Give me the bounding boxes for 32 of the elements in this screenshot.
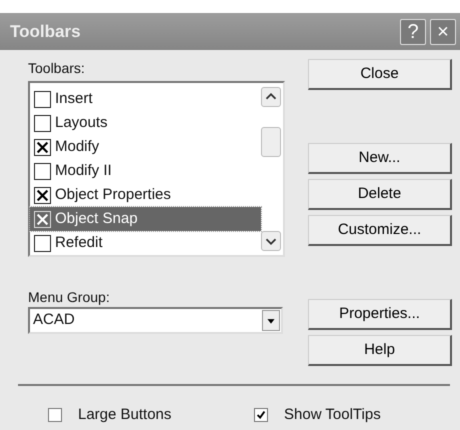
toolbar-item[interactable]: Refedit [30, 231, 261, 255]
checkbox[interactable] [34, 90, 51, 108]
menu-group-dropdown[interactable]: ACAD [28, 307, 283, 334]
checkbox[interactable] [34, 138, 51, 156]
toolbar-item[interactable]: Modify II [30, 159, 261, 183]
checkbox[interactable] [34, 186, 51, 204]
help-button[interactable]: ? [400, 18, 426, 44]
toolbar-item[interactable]: Object Snap [30, 207, 261, 231]
dialog-button[interactable]: Customize... [308, 215, 452, 246]
scroll-down-icon[interactable] [261, 231, 281, 251]
checkbox-label: Large Buttons [78, 405, 172, 425]
toolbar-item[interactable]: Layouts [30, 111, 261, 135]
toolbar-item[interactable]: Modify [30, 135, 261, 159]
dialog-button[interactable]: Close [308, 59, 452, 90]
checkbox[interactable] [48, 408, 62, 422]
toolbars-label: Toolbars: [28, 60, 85, 76]
checkbox[interactable] [34, 114, 51, 132]
toolbar-item[interactable]: Insert [30, 87, 261, 111]
close-button[interactable]: × [430, 18, 456, 44]
checkbox[interactable] [254, 408, 268, 422]
checkbox-label: Show ToolTips [284, 405, 381, 425]
window-title: Toolbars [10, 20, 82, 43]
dialog-button[interactable]: Help [308, 335, 452, 366]
scroll-up-icon[interactable] [261, 87, 281, 107]
scroll-thumb[interactable] [261, 127, 281, 157]
toolbar-item[interactable]: Object Properties [30, 183, 261, 207]
dialog-button[interactable]: Properties... [308, 299, 452, 330]
dialog-button[interactable]: Delete [308, 179, 452, 210]
checkbox[interactable] [34, 162, 51, 180]
checkbox[interactable] [34, 234, 51, 252]
menu-group-label: Menu Group: [28, 289, 110, 305]
dialog-button[interactable]: New... [308, 143, 452, 174]
